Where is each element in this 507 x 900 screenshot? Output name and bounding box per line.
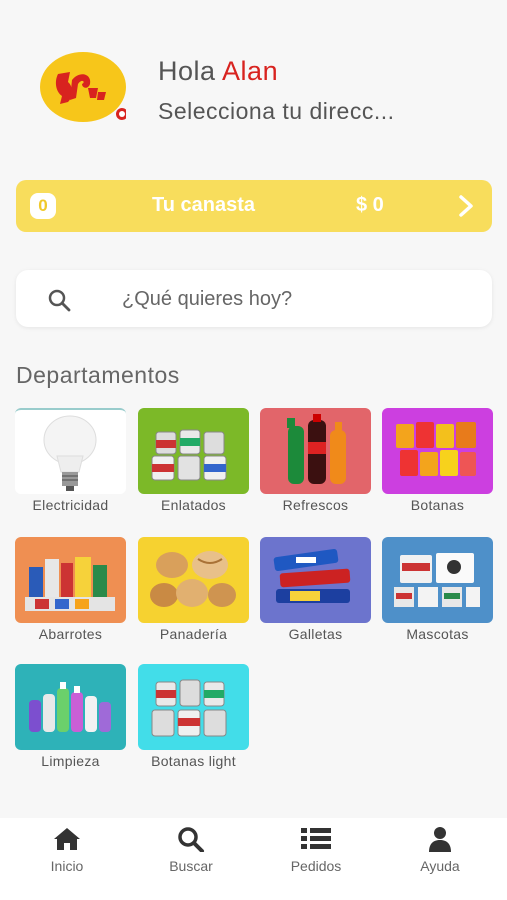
department-label: Electricidad [32,497,109,513]
department-label: Refrescos [282,497,349,513]
department-label: Limpieza [41,753,100,769]
department-electricidad[interactable]: Electricidad [15,408,126,513]
department-label: Enlatados [161,497,226,513]
departments-title: Departamentos [16,362,180,388]
list-icon [301,828,331,849]
chevron-right-icon [459,195,473,217]
basket-total: $ 0 [356,194,384,216]
department-panaderia[interactable]: Panadería [138,537,249,642]
nav-label: Ayuda [420,858,460,874]
bottom-nav: Inicio Buscar Pedidos Ayuda [0,818,507,900]
department-mascotas[interactable]: Mascotas [382,537,493,642]
search-icon [178,827,204,852]
department-image [382,408,493,494]
department-refrescos[interactable]: Refrescos [260,408,371,513]
department-label: Panadería [159,626,228,642]
department-image [138,537,249,623]
department-botanas[interactable]: Botanas [382,408,493,513]
address-selector[interactable]: Selecciona tu direcc... [158,98,395,125]
nav-inicio[interactable]: Inicio [22,826,112,874]
search-bar[interactable] [16,270,492,327]
store-logo [40,52,126,122]
department-label: Galletas [288,626,343,642]
department-enlatados[interactable]: Enlatados [138,408,249,513]
nav-buscar[interactable]: Buscar [146,826,236,874]
user-icon [429,827,451,852]
department-abarrotes[interactable]: Abarrotes [15,537,126,642]
search-icon [48,289,71,312]
nav-label: Buscar [169,858,213,874]
greeting-text: Hola [158,56,216,86]
department-image [15,537,126,623]
header: Hola Alan Selecciona tu direcc... [0,0,507,150]
department-image [382,537,493,623]
department-image [138,408,249,494]
department-label: Botanas [410,497,465,513]
department-image [138,664,249,750]
department-limpieza[interactable]: Limpieza [15,664,126,769]
nav-pedidos[interactable]: Pedidos [271,826,361,874]
nav-label: Inicio [50,858,84,874]
home-icon [54,828,80,850]
nav-ayuda[interactable]: Ayuda [395,826,485,874]
greeting: Hola Alan [158,56,278,87]
department-image [260,537,371,623]
department-botanas-light[interactable]: Botanas light [138,664,249,769]
basket-label: Tu canasta [152,194,255,216]
department-galletas[interactable]: Galletas [260,537,371,642]
user-name: Alan [222,56,279,86]
basket-count-badge: 0 [30,193,56,219]
department-label: Abarrotes [38,626,103,642]
nav-label: Pedidos [290,858,342,874]
department-label: Botanas light [151,753,236,769]
search-input[interactable] [122,284,462,314]
department-image [15,408,126,494]
department-image [15,664,126,750]
department-image [260,408,371,494]
department-label: Mascotas [406,626,469,642]
basket-button[interactable]: 0 Tu canasta $ 0 [16,180,492,232]
